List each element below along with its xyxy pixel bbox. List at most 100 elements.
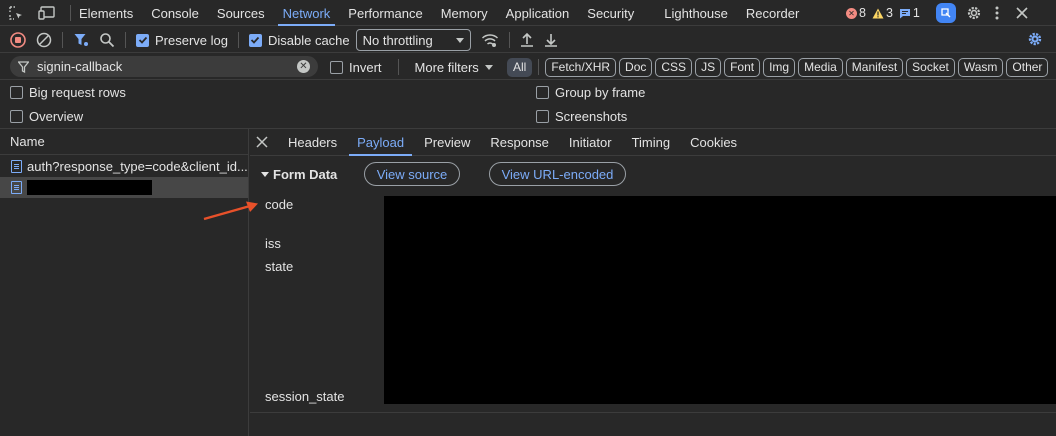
toolbar-divider	[62, 32, 63, 48]
request-row[interactable]: auth?response_type=code&client_id...	[0, 156, 248, 177]
filter-chip-font[interactable]: Font	[724, 57, 761, 77]
ai-assistance-icon[interactable]	[935, 3, 956, 23]
search-icon[interactable]	[99, 32, 115, 48]
tab-preview[interactable]: Preview	[414, 129, 480, 156]
clear-filter-icon[interactable]: ✕	[297, 60, 310, 73]
tab-response[interactable]: Response	[480, 129, 559, 156]
disable-cache-checkbox[interactable]: Disable cache	[248, 33, 350, 48]
throttling-select[interactable]: No throttling	[355, 29, 471, 51]
checkbox-checked-icon[interactable]	[248, 33, 262, 47]
export-har-icon[interactable]	[544, 32, 558, 48]
filter-input-value[interactable]: signin-callback	[37, 59, 289, 74]
network-conditions-icon[interactable]	[481, 32, 499, 48]
tab-timing[interactable]: Timing	[622, 129, 681, 156]
filter-input[interactable]: signin-callback ✕	[10, 56, 318, 77]
settings-gear-icon[interactable]	[966, 5, 982, 21]
more-options-icon[interactable]	[994, 5, 1000, 21]
name-column-header[interactable]: Name	[0, 129, 248, 155]
filter-chip-all[interactable]: All	[507, 57, 533, 77]
more-filters-label: More filters	[414, 59, 479, 75]
tab-initiator[interactable]: Initiator	[559, 129, 622, 156]
devtools-tab-bar: Elements Console Sources Network Perform…	[0, 0, 1056, 26]
close-details-icon[interactable]	[256, 136, 268, 148]
tab-memory[interactable]: Memory	[432, 0, 497, 26]
overview-label: Overview	[29, 109, 84, 124]
tab-sources[interactable]: Sources	[208, 0, 274, 26]
payload-key-iss: iss	[265, 236, 281, 251]
invert-checkbox[interactable]: Invert	[330, 60, 382, 75]
toolbar-divider	[397, 59, 399, 75]
network-settings-gear-icon[interactable]	[1027, 31, 1043, 47]
annotation-arrow-icon	[202, 199, 260, 223]
filter-chip-css[interactable]: CSS	[655, 57, 693, 77]
preserve-log-label: Preserve log	[155, 32, 228, 48]
message-icon	[899, 8, 911, 19]
request-name: auth?response_type=code&client_id...	[27, 159, 248, 174]
payload-key-state: state	[265, 259, 294, 274]
network-options	[0, 81, 1056, 129]
tab-headers[interactable]: Headers	[278, 129, 347, 156]
more-filters-button[interactable]: More filters	[415, 60, 493, 75]
filter-chip-fetch-xhr[interactable]: Fetch/XHR	[545, 57, 617, 77]
error-count[interactable]: ✕ 8	[846, 6, 866, 20]
big-request-rows-checkbox[interactable]: Big request rows	[10, 85, 126, 100]
warning-count[interactable]: 3	[872, 6, 893, 20]
filter-chip-doc[interactable]: Doc	[619, 57, 653, 77]
request-details: Headers Payload Preview Response Initiat…	[250, 129, 1056, 436]
invert-label: Invert	[349, 59, 382, 75]
expand-triangle-icon	[261, 171, 269, 178]
view-url-encoded-button[interactable]: View URL-encoded	[489, 162, 626, 186]
form-data-heading: Form Data	[273, 167, 338, 182]
detail-tab-bar: Headers Payload Preview Response Initiat…	[250, 129, 1056, 156]
close-devtools-icon[interactable]	[1016, 7, 1028, 19]
filter-funnel-icon	[18, 60, 29, 73]
tab-elements[interactable]: Elements	[70, 0, 142, 26]
tab-recorder[interactable]: Recorder	[737, 0, 808, 26]
filter-icon[interactable]	[73, 32, 89, 48]
screenshots-checkbox[interactable]: Screenshots	[536, 109, 627, 124]
throttling-value: No throttling	[362, 32, 433, 48]
tab-application[interactable]: Application	[497, 0, 579, 26]
payload-key-session-state: session_state	[265, 389, 345, 404]
request-row-selected[interactable]	[0, 177, 248, 198]
tab-security[interactable]: Security	[578, 0, 643, 26]
tab-network[interactable]: Network	[274, 0, 340, 26]
filter-chip-js[interactable]: JS	[695, 57, 722, 77]
checkbox-unchecked-icon[interactable]	[10, 86, 23, 99]
issues-counter[interactable]: ✕ 8 3 1	[846, 3, 1028, 23]
error-icon: ✕	[846, 7, 857, 19]
clear-log-icon[interactable]	[36, 32, 52, 48]
import-har-icon[interactable]	[520, 32, 534, 48]
tab-console[interactable]: Console	[142, 0, 208, 26]
checkbox-checked-icon[interactable]	[136, 33, 149, 47]
preserve-log-checkbox[interactable]: Preserve log	[136, 33, 228, 48]
group-by-frame-label: Group by frame	[555, 85, 646, 100]
inspect-element-icon[interactable]	[8, 5, 24, 21]
toolbar-divider	[125, 32, 126, 48]
filter-chip-img[interactable]: Img	[763, 57, 796, 77]
filter-bar: signin-callback ✕ Invert More filters Al…	[0, 54, 1056, 80]
tab-performance[interactable]: Performance	[339, 0, 431, 26]
checkbox-unchecked-icon[interactable]	[536, 86, 549, 99]
view-source-button[interactable]: View source	[364, 162, 460, 186]
tab-payload[interactable]: Payload	[347, 129, 414, 156]
stop-recording-icon[interactable]	[10, 32, 26, 48]
form-data-section-toggle[interactable]: Form Data	[261, 167, 337, 182]
filter-chip-manifest[interactable]: Manifest	[845, 57, 904, 77]
tab-cookies[interactable]: Cookies	[680, 129, 747, 156]
device-toolbar-icon[interactable]	[38, 5, 56, 21]
filter-chip-wasm[interactable]: Wasm	[957, 57, 1004, 77]
checkbox-unchecked-icon[interactable]	[536, 110, 549, 123]
filter-chip-socket[interactable]: Socket	[906, 57, 955, 77]
tab-lighthouse[interactable]: Lighthouse	[655, 0, 737, 26]
checkbox-unchecked-icon[interactable]	[10, 110, 23, 123]
message-count[interactable]: 1	[899, 6, 920, 20]
big-request-rows-label: Big request rows	[29, 85, 126, 100]
group-by-frame-checkbox[interactable]: Group by frame	[536, 85, 645, 100]
redacted-payload-values	[384, 196, 1056, 404]
checkbox-unchecked-icon[interactable]	[330, 60, 343, 74]
filter-chip-media[interactable]: Media	[798, 57, 843, 77]
filter-chip-other[interactable]: Other	[1006, 57, 1049, 77]
screenshots-label: Screenshots	[555, 109, 628, 124]
overview-checkbox[interactable]: Overview	[10, 109, 83, 124]
